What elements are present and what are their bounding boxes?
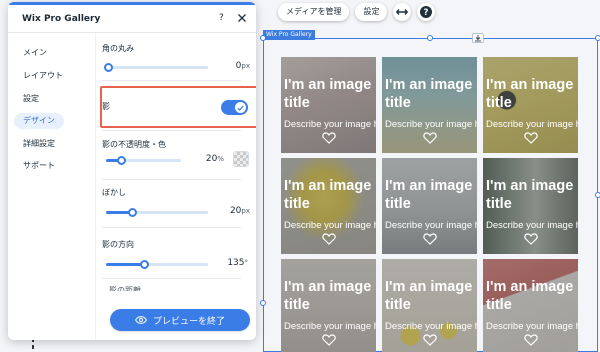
shadow-opacity-value[interactable]: 20% [190,154,224,164]
ruler-guide [32,345,34,349]
gallery-item-title: I'm an image title [486,279,574,313]
shadow-color-swatch[interactable] [233,151,249,167]
heart-icon[interactable] [524,334,538,346]
nav-item-settings[interactable]: 設定 [14,91,48,107]
svg-text:?: ? [424,8,429,18]
corner-radius-label: 角の丸み [102,44,134,53]
nav-item-design[interactable]: デザイン [14,113,64,129]
shadow-direction-slider[interactable] [106,260,208,269]
download-anchor-icon[interactable] [472,33,484,43]
panel-nav: メイン レイアウト 設定 デザイン 詳細設定 サポート [8,33,88,340]
panel-title: Wix Pro Gallery [22,14,101,24]
gallery-item-title: I'm an image title [486,178,574,212]
gallery-item[interactable]: I'm an image title Describe your image h… [483,259,578,352]
gallery-item-title: I'm an image title [284,178,372,212]
nav-item-advanced[interactable]: 詳細設定 [14,136,64,152]
exit-preview-button[interactable]: プレビューを終了 [110,309,250,331]
gallery-item-title: I'm an image title [486,77,574,111]
blur-value[interactable]: 20px [216,206,250,216]
gallery-item[interactable]: I'm an image title Describe your image h… [382,259,477,352]
gallery-item-description: Describe your image here [284,220,376,231]
shadow-opacity-slider[interactable] [106,156,181,165]
slider-handle[interactable] [104,63,113,72]
shadow-distance-label: 影の距離 [109,286,141,291]
nav-item-layout[interactable]: レイアウト [14,68,72,84]
gallery-item[interactable]: I'm an image title Describe your image h… [483,57,578,153]
shadow-direction-value[interactable]: 135° [214,258,248,268]
nav-item-main[interactable]: メイン [14,45,56,61]
gallery-settings-panel: Wix Pro Gallery ? メイン レイアウト 設定 デザイン 詳細設定… [8,2,256,340]
panel-accent-bar [8,2,256,5]
heart-icon[interactable] [322,233,336,245]
gallery-grid: I'm an image title Describe your image h… [281,57,579,352]
gallery-item-description: Describe your image here [486,119,578,130]
gallery-item[interactable]: I'm an image title Describe your image h… [382,158,477,254]
shadow-toggle[interactable] [221,100,248,115]
blur-label: ぼかし [102,188,126,197]
blur-slider[interactable] [106,208,208,217]
manage-media-button[interactable]: メディアを管理 [278,3,350,21]
slider-handle[interactable] [140,260,149,269]
gallery-item[interactable]: I'm an image title Describe your image h… [382,57,477,153]
heart-icon[interactable] [322,132,336,144]
heart-icon[interactable] [524,132,538,144]
slider-handle[interactable] [117,156,126,165]
gallery-item[interactable]: I'm an image title Describe your image h… [281,158,376,254]
horizontal-arrows-icon[interactable] [393,3,412,21]
heart-icon[interactable] [423,334,437,346]
question-circle-icon[interactable]: ? [417,3,436,21]
check-icon [237,105,244,111]
shadow-direction-label: 影の方向 [102,240,134,249]
resize-handle[interactable] [260,35,266,41]
design-settings: 角の丸み 0px 影 影の不透明度・色 20% ぼかし 20px 影の方向 13… [96,33,256,340]
heart-icon[interactable] [524,233,538,245]
eye-icon [135,316,147,324]
gallery-item-title: I'm an image title [284,279,372,313]
heart-icon[interactable] [423,132,437,144]
help-button[interactable]: ? [219,13,224,23]
gallery-item-description: Describe your image here [385,220,477,231]
exit-preview-label: プレビューを終了 [152,316,225,327]
nav-item-support[interactable]: サポート [14,158,64,174]
heart-icon[interactable] [322,334,336,346]
gallery-item-title: I'm an image title [385,77,473,111]
resize-handle[interactable] [260,300,266,306]
gallery-item-description: Describe your image here [385,119,477,130]
settings-button[interactable]: 設定 [355,3,388,21]
gallery-item-description: Describe your image here [284,119,376,130]
gallery-item-description: Describe your image here [486,321,578,332]
gallery-toolbar: メディアを管理 設定 ? [278,3,436,21]
gallery-item-title: I'm an image title [284,77,372,111]
gallery-item-title: I'm an image title [385,279,473,313]
close-icon[interactable] [235,11,249,25]
corner-radius-value[interactable]: 0px [216,61,250,71]
gallery-item[interactable]: I'm an image title Describe your image h… [281,259,376,352]
resize-handle[interactable] [595,192,600,198]
heart-icon[interactable] [423,233,437,245]
resize-handle[interactable] [595,35,600,41]
gallery-item[interactable]: I'm an image title Describe your image h… [483,158,578,254]
slider-handle[interactable] [128,208,137,217]
corner-radius-slider[interactable] [104,63,208,72]
shadow-opacity-label: 影の不透明度・色 [102,140,166,149]
gallery-item-title: I'm an image title [385,178,473,212]
gallery-item[interactable]: I'm an image title Describe your image h… [281,57,376,153]
resize-handle[interactable] [427,35,433,41]
gallery-name-tag: Wix Pro Gallery [263,30,315,40]
gallery-item-description: Describe your image here [486,220,578,231]
gallery-item-description: Describe your image here [385,321,477,332]
gallery-item-description: Describe your image here [284,321,376,332]
